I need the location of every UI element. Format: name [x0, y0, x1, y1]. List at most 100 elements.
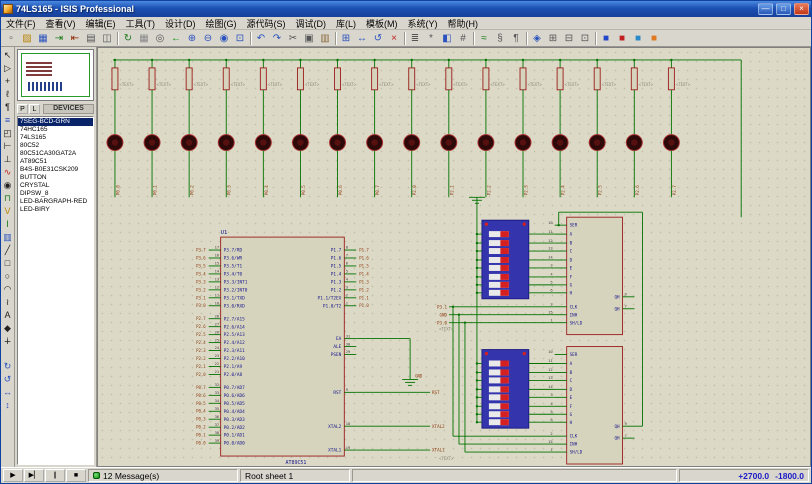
schematic-drawing[interactable]: <TEXT>P0.0 <TEXT>P0.1 <TEXT>P0.2 <TEXT>P0.3… — [98, 48, 810, 466]
paste-icon[interactable]: ▥ — [317, 31, 333, 46]
zoom-out-icon[interactable]: ⊖ — [200, 31, 216, 46]
netlist-to-ares-icon[interactable]: ■ — [598, 31, 614, 46]
net-wire[interactable]: RST — [356, 390, 440, 395]
graphics-symbol-mode-icon[interactable]: ◆ — [1, 322, 14, 335]
copy-icon[interactable]: ▣ — [301, 31, 317, 46]
close-button[interactable]: × — [794, 3, 809, 15]
menu-item-5[interactable]: 绘图(G) — [201, 17, 242, 30]
pause-button[interactable]: ∥ — [45, 469, 65, 482]
terminals-mode-icon[interactable]: ⊢ — [1, 140, 14, 153]
dip-switch-2[interactable] — [476, 350, 555, 429]
device-item[interactable]: AT89C51 — [18, 158, 93, 166]
print-icon[interactable]: ▤ — [83, 31, 99, 46]
resistor-led-column[interactable]: <TEXT>P0.2 — [181, 59, 208, 198]
resistor-led-column[interactable]: <TEXT>P0.7 — [367, 59, 394, 198]
false-origin-icon[interactable]: ◎ — [152, 31, 168, 46]
mirror-horizontal-icon[interactable]: ↔ — [1, 386, 14, 399]
device-item[interactable]: DIPSW_8 — [18, 190, 93, 198]
refresh-display-icon[interactable]: ↻ — [120, 31, 136, 46]
current-probe-mode-icon[interactable]: I — [1, 218, 14, 231]
resistor-led-column[interactable]: <TEXT>P2.4 — [552, 59, 579, 198]
property-assignment-icon[interactable]: ¶ — [508, 31, 524, 46]
toggle-grid-icon[interactable]: ▦ — [136, 31, 152, 46]
virtual-instruments-mode-icon[interactable]: ▥ — [1, 231, 14, 244]
shift-register-1[interactable]: 10SER11A12B13C14D3E4F5G6H2CLK15INH1SH/LD… — [548, 217, 634, 334]
resistor-led-column[interactable]: <TEXT>P0.0 — [107, 59, 134, 198]
graphics-arc-mode-icon[interactable]: ◠ — [1, 283, 14, 296]
mirror-vertical-icon[interactable]: ↕ — [1, 399, 14, 412]
resistor-led-column[interactable]: <TEXT>P0.6 — [330, 59, 357, 198]
device-item[interactable]: LED-BARGRAPH-RED — [18, 198, 93, 206]
buses-mode-icon[interactable]: ≡ — [1, 114, 14, 127]
menu-item-0[interactable]: 文件(F) — [1, 17, 41, 30]
stop-button[interactable]: ■ — [66, 469, 86, 482]
remove-sheet-icon[interactable]: ⊟ — [561, 31, 577, 46]
graphics-path-mode-icon[interactable]: ≀ — [1, 296, 14, 309]
menu-item-11[interactable]: 帮助(H) — [443, 17, 484, 30]
minimize-button[interactable]: — — [758, 3, 773, 15]
rotate-anticlockwise-icon[interactable]: ↺ — [1, 373, 14, 386]
wire-autorouter-icon[interactable]: ≈ — [476, 31, 492, 46]
voltage-probe-mode-icon[interactable]: V — [1, 205, 14, 218]
device-pins-mode-icon[interactable]: ⊥ — [1, 153, 14, 166]
graph-mode-icon[interactable]: ∿ — [1, 166, 14, 179]
graphics-box-mode-icon[interactable]: □ — [1, 257, 14, 270]
block-rotate-icon[interactable]: ↺ — [370, 31, 386, 46]
device-item[interactable]: 7SEG-BCD-GRN — [18, 118, 93, 126]
menu-item-6[interactable]: 源代码(S) — [242, 17, 291, 30]
export-file-icon[interactable]: ⇤ — [67, 31, 83, 46]
component-mode-icon[interactable]: ▷ — [1, 62, 14, 75]
menu-item-4[interactable]: 设计(D) — [160, 17, 201, 30]
graphics-line-mode-icon[interactable]: ╱ — [1, 244, 14, 257]
net-wire[interactable]: XTAL1 — [356, 448, 445, 453]
selection-mode-icon[interactable]: ↖ — [1, 49, 14, 62]
wire-label-mode-icon[interactable]: ℓ — [1, 88, 14, 101]
zoom-all-icon[interactable]: ◉ — [216, 31, 232, 46]
menu-item-9[interactable]: 模板(M) — [361, 17, 403, 30]
goto-sheet-icon[interactable]: ⊡ — [577, 31, 593, 46]
menu-item-10[interactable]: 系统(Y) — [403, 17, 443, 30]
net-wire[interactable]: XTAL2 — [356, 424, 445, 429]
make-device-icon[interactable]: * — [423, 31, 439, 46]
device-item[interactable]: LED-BIRY — [18, 206, 93, 214]
device-item[interactable]: CRYSTAL — [18, 182, 93, 190]
menu-item-3[interactable]: 工具(T) — [121, 17, 161, 30]
block-move-icon[interactable]: ↔ — [354, 31, 370, 46]
resistor-led-column[interactable]: <TEXT>P2.7 — [663, 59, 690, 198]
resistor-led-column[interactable]: <TEXT>P0.1 — [144, 59, 171, 198]
resistor-led-column[interactable]: <TEXT>P0.3 — [218, 59, 245, 198]
new-sheet-icon[interactable]: ⊞ — [545, 31, 561, 46]
resistor-led-column[interactable]: <TEXT>P2.0 — [404, 59, 431, 198]
save-file-icon[interactable]: ▦ — [35, 31, 51, 46]
packaging-tool-icon[interactable]: ◧ — [439, 31, 455, 46]
device-item[interactable]: 80C51CA30GAT2A — [18, 150, 93, 158]
tape-recorder-mode-icon[interactable]: ◉ — [1, 179, 14, 192]
block-delete-icon[interactable]: × — [386, 31, 402, 46]
decompose-icon[interactable]: # — [455, 31, 471, 46]
text-script-mode-icon[interactable]: ¶ — [1, 101, 14, 114]
resistor-led-column[interactable]: <TEXT>P2.1 — [441, 59, 468, 198]
resistor-led-column[interactable]: <TEXT>P2.6 — [626, 59, 653, 198]
menu-item-8[interactable]: 库(L) — [331, 17, 361, 30]
resistor-led-column[interactable]: <TEXT>P0.4 — [255, 59, 282, 198]
mcu-u1[interactable]: U1AT89C5117P3.7/RDP3.716P3.6/WRP3.615P3.… — [196, 230, 369, 466]
message-panel[interactable]: 12 Message(s) — [88, 469, 238, 482]
device-item[interactable]: B4S-B0E31CSK209 — [18, 166, 93, 174]
schematic-canvas[interactable]: <TEXT>P0.0 <TEXT>P0.1 <TEXT>P0.2 <TEXT>P0.3… — [97, 47, 811, 467]
preview-window[interactable] — [17, 49, 94, 101]
maximize-button[interactable]: □ — [776, 3, 791, 15]
import-file-icon[interactable]: ⇥ — [51, 31, 67, 46]
graphics-circle-mode-icon[interactable]: ○ — [1, 270, 14, 283]
junction-dot-mode-icon[interactable]: + — [1, 75, 14, 88]
menu-item-1[interactable]: 查看(V) — [41, 17, 81, 30]
redo-icon[interactable]: ↷ — [269, 31, 285, 46]
undo-icon[interactable]: ↶ — [253, 31, 269, 46]
center-at-cursor-icon[interactable]: ← — [168, 31, 184, 46]
rotate-clockwise-icon[interactable]: ↻ — [1, 360, 14, 373]
step-button[interactable]: ▶▏ — [24, 469, 44, 482]
shift-register-2[interactable]: 10SER11A12B13C14D3E4F5G6H2CLK15INH1SH/LD… — [548, 347, 634, 464]
pick-devices-button[interactable]: P — [17, 104, 28, 114]
resistor-led-column[interactable]: <TEXT>P0.5 — [292, 59, 319, 198]
design-explorer-icon[interactable]: ◈ — [529, 31, 545, 46]
graphics-text-mode-icon[interactable]: A — [1, 309, 14, 322]
